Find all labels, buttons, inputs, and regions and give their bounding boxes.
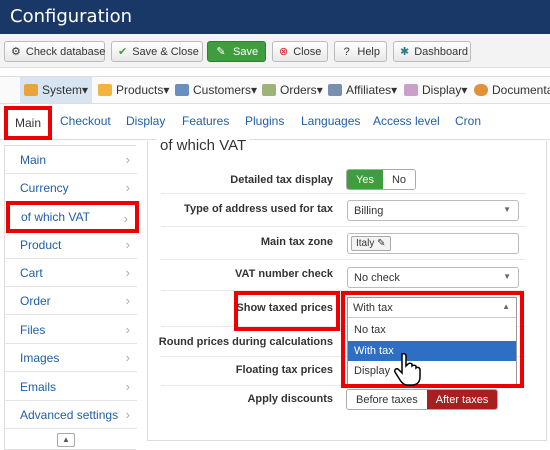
address-type-label: Type of address used for tax [184,203,333,215]
show-taxed-prices-label: Show taxed prices [236,302,333,314]
after-taxes-button[interactable]: After taxes [426,390,498,409]
check-database-button[interactable]: ⚙ Check database [4,41,105,62]
tab-cron[interactable]: Cron [455,114,481,128]
menu-orders[interactable]: Orders ▾ [262,77,323,103]
window-title: Configuration [0,0,550,34]
tab-languages[interactable]: Languages [301,114,360,128]
chevron-right-icon: › [125,322,130,337]
main-tax-zone-field[interactable]: Italy ✎ [347,233,519,254]
menu-affiliates[interactable]: Affiliates ▾ [328,77,397,103]
sidebar-item-images[interactable]: Images › [5,344,137,372]
main-menu: System ▾ Products ▾ Customers ▾ Orders ▾… [0,76,550,104]
close-icon: ⊗ [279,46,289,58]
menu-products[interactable]: Products ▾ [98,77,169,103]
chevron-right-icon: › [123,211,128,226]
tab-display[interactable]: Display [126,114,165,128]
hand-cursor-icon [394,352,421,386]
help-icon: ? [343,45,350,58]
floating-tax-label: Floating tax prices [235,364,333,376]
save-icon: ✎ [216,46,226,58]
sidebar-item-emails[interactable]: Emails › [5,373,137,401]
scroll-up-icon[interactable]: ▲ [57,433,75,447]
save-close-button[interactable]: ✔ Save & Close [111,41,203,62]
highlight-box [341,291,524,388]
wrench-icon [24,84,38,96]
detailed-tax-display-toggle: Yes No [346,169,417,190]
tab-plugins[interactable]: Plugins [245,114,284,128]
panel-title: of which VAT [157,137,250,154]
dashboard-icon: ✱ [400,46,410,58]
detailed-tax-no-button[interactable]: No [382,170,416,189]
sidebar-item-files[interactable]: Files › [5,316,137,344]
display-icon [404,84,418,96]
apply-discounts-toggle: Before taxes After taxes [346,389,499,410]
before-taxes-button[interactable]: Before taxes [347,390,427,409]
chevron-right-icon: › [125,265,130,280]
tab-checkout[interactable]: Checkout [60,114,111,128]
save-button[interactable]: ✎ Save [207,41,266,62]
address-type-select[interactable]: Billing ▼ [347,200,519,221]
apply-discounts-label: Apply discounts [247,393,333,405]
row-divider [161,259,526,260]
documentation-icon [474,84,488,96]
row-divider [161,226,526,227]
toolbar: ⚙ Check database ✔ Save & Close ✎ Save ⊗ Clo… [0,34,550,68]
sidebar-item-advanced-settings[interactable]: Advanced settings › [5,401,137,429]
detailed-tax-yes-button[interactable]: Yes [347,170,383,189]
vat-number-check-select[interactable]: No check ▼ [347,267,519,288]
dashboard-button[interactable]: ✱ Dashboard [393,41,471,62]
tab-main[interactable]: Main [4,106,52,140]
vat-number-check-label: VAT number check [234,268,333,280]
chevron-right-icon: › [125,152,130,167]
chevron-right-icon: › [125,350,130,365]
help-button[interactable]: ? Help [334,41,387,62]
chevron-right-icon: › [125,293,130,308]
row-divider [161,193,526,194]
sidebar-item-order[interactable]: Order › [5,287,137,315]
chevron-right-icon: › [125,379,130,394]
main-tax-zone-label: Main tax zone [260,236,333,248]
database-icon: ⚙ [11,46,21,58]
zone-tag[interactable]: Italy ✎ [351,236,391,251]
chevron-down-icon: ▼ [503,205,511,214]
sidebar-item-main[interactable]: Main › [5,146,137,174]
menu-system[interactable]: System ▾ [20,77,93,103]
chevron-down-icon: ▼ [503,272,511,281]
sidebar: Main › Currency › of which VAT › Product › C… [4,145,139,450]
config-tabs: Main Checkout Display Features Plugins L… [0,104,550,140]
menu-documentation[interactable]: Documenta [474,77,550,103]
orders-icon [262,84,276,96]
menu-customers[interactable]: Customers ▾ [175,77,257,103]
tab-access-level[interactable]: Access level [373,114,440,128]
chevron-right-icon: › [125,407,130,422]
chevron-right-icon: › [125,237,130,252]
customers-icon [175,84,189,96]
products-icon [98,84,112,96]
affiliates-icon [328,84,342,96]
chevron-right-icon: › [125,180,130,195]
sidebar-item-cart[interactable]: Cart › [5,259,137,287]
checkmark-icon: ✔ [118,46,128,58]
tab-features[interactable]: Features [182,114,229,128]
round-prices-label: Round prices during calculations [158,336,333,348]
sidebar-item-product[interactable]: Product › [5,231,137,259]
close-button[interactable]: ⊗ Close [272,41,328,62]
sidebar-item-vat[interactable]: of which VAT › [6,201,139,233]
edit-pencil-icon[interactable]: ✎ [377,238,385,249]
detailed-tax-display-label: Detailed tax display [230,174,333,186]
menu-display[interactable]: Display ▾ [404,77,467,103]
sidebar-item-currency[interactable]: Currency › [5,174,137,202]
